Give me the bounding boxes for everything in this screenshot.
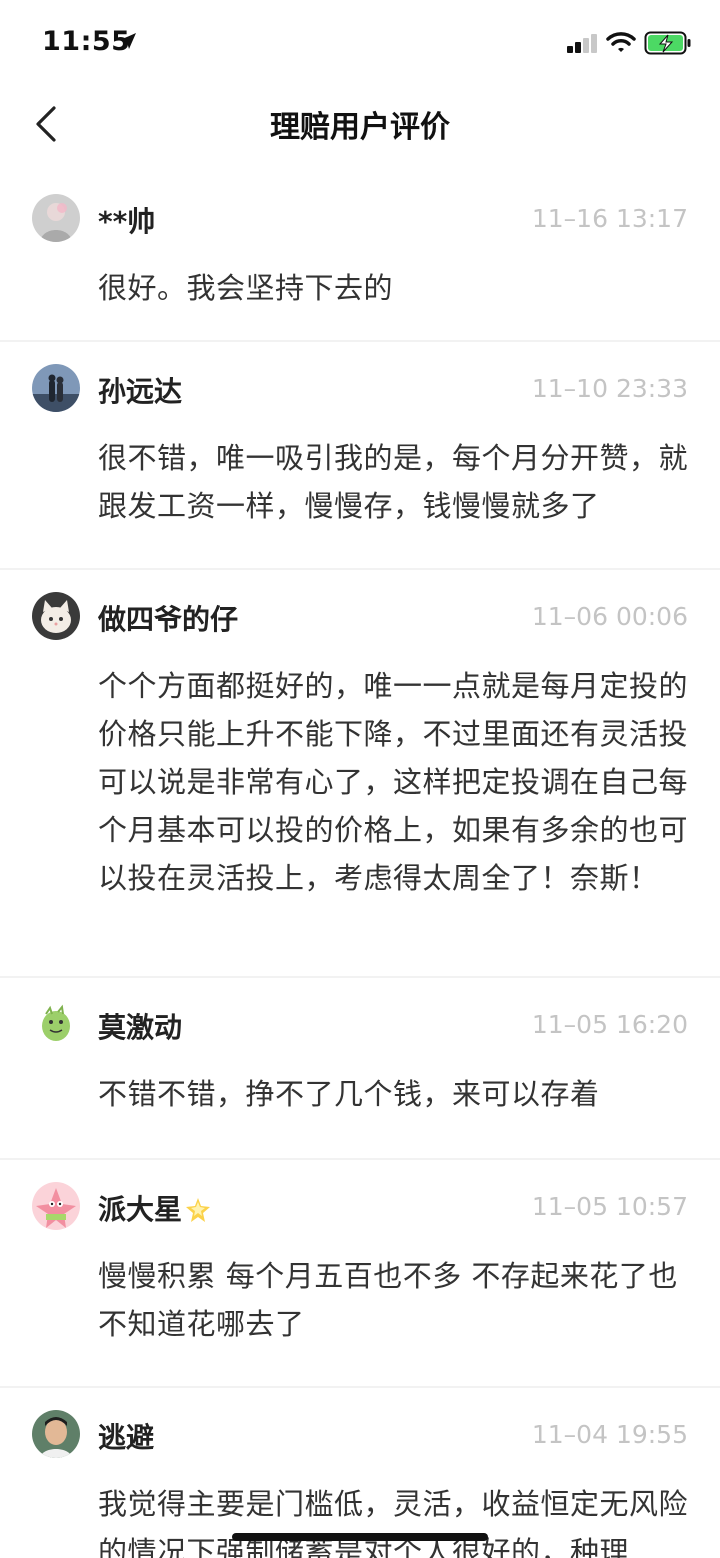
- username: 逃避: [98, 1421, 155, 1454]
- sparkle-star-icon: [186, 1198, 211, 1222]
- timestamp: 11–06 00:06: [531, 602, 688, 631]
- avatar[interactable]: [32, 592, 80, 640]
- username: **帅: [98, 205, 156, 238]
- review-text: 很好。我会坚持下去的: [98, 271, 394, 305]
- review-text: 我觉得主要是门槛低，灵活，收益恒定无风险的情况下强制储蓄是对个人很好的，种理: [98, 1487, 689, 1558]
- avatar-photo-icon: [32, 194, 80, 242]
- review-list: **帅 11–16 13:17 很好。我会坚持下去的 孙远达 11–10 23:…: [0, 172, 720, 1558]
- timestamp: 11–05 16:20: [531, 1010, 688, 1039]
- avatar-photo-icon: [32, 1410, 80, 1458]
- review-item: 孙远达 11–10 23:33 很不错，唯一吸引我的是，每个月分开赞，就跟发工资…: [0, 342, 720, 570]
- review-text: 很不错，唯一吸引我的是，每个月分开赞，就跟发工资一样，慢慢存，钱慢慢就多了: [98, 441, 689, 523]
- home-indicator[interactable]: [232, 1533, 488, 1541]
- timestamp: 11–05 10:57: [531, 1192, 688, 1221]
- location-arrow-icon: [120, 33, 136, 49]
- wifi-icon: [606, 32, 636, 52]
- review-item: 莫激动 11–05 16:20 不错不错，挣不了几个钱，来可以存着: [0, 978, 720, 1160]
- username: 派大星: [98, 1188, 212, 1228]
- battery-charging-icon: [644, 31, 691, 55]
- review-item: **帅 11–16 13:17 很好。我会坚持下去的: [0, 172, 720, 342]
- nav-bar: 理赔用户评价: [0, 88, 720, 158]
- avatar[interactable]: [32, 1410, 80, 1458]
- avatar[interactable]: [32, 1182, 80, 1230]
- avatar-cat-icon: [32, 592, 80, 640]
- username: 孙远达: [98, 375, 183, 408]
- timestamp: 11–04 19:55: [531, 1420, 688, 1449]
- avatar-dinosaur-icon: [32, 1000, 80, 1048]
- review-text: 慢慢积累 每个月五百也不多 不存起来花了也不知道花哪去了: [98, 1259, 678, 1341]
- avatar[interactable]: [32, 364, 80, 412]
- review-item: 派大星 11–05 10:57 慢慢积累 每个月五百也不多 不存起来花了也不知道…: [0, 1160, 720, 1388]
- timestamp: 11–16 13:17: [531, 204, 688, 233]
- timestamp: 11–10 23:33: [531, 374, 688, 403]
- username: 莫激动: [98, 1011, 183, 1044]
- username: 做四爷的仔: [98, 603, 239, 636]
- avatar-photo-icon: [32, 364, 80, 412]
- review-item: 做四爷的仔 11–06 00:06 个个方面都挺好的，唯一一点就是每月定投的价格…: [0, 570, 720, 978]
- review-text: 不错不错，挣不了几个钱，来可以存着: [98, 1077, 600, 1111]
- signal-icon: [567, 34, 597, 53]
- avatar-patrick-icon: [32, 1182, 80, 1230]
- avatar[interactable]: [32, 1000, 80, 1048]
- page-title: 理赔用户评价: [270, 110, 450, 145]
- review-text: 个个方面都挺好的，唯一一点就是每月定投的价格只能上升不能下降，不过里面还有灵活投…: [98, 669, 689, 895]
- avatar[interactable]: [32, 194, 80, 242]
- status-bar: 11:55: [0, 0, 720, 88]
